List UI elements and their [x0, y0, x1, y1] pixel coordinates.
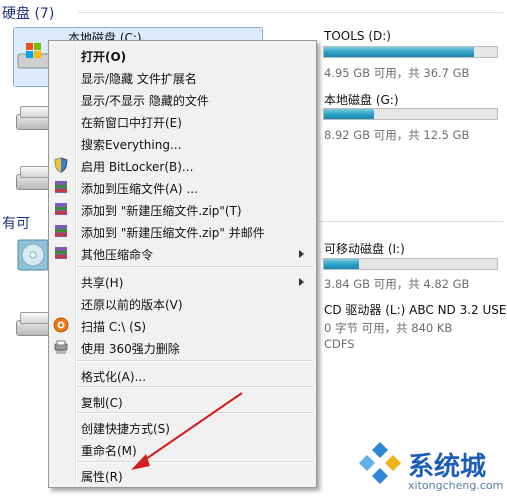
watermark-url: xitongcheng.com: [408, 479, 504, 492]
watermark-title: 系统城: [408, 452, 487, 482]
watermark-logo-icon: [357, 440, 403, 486]
annotation-arrow: [131, 392, 243, 470]
